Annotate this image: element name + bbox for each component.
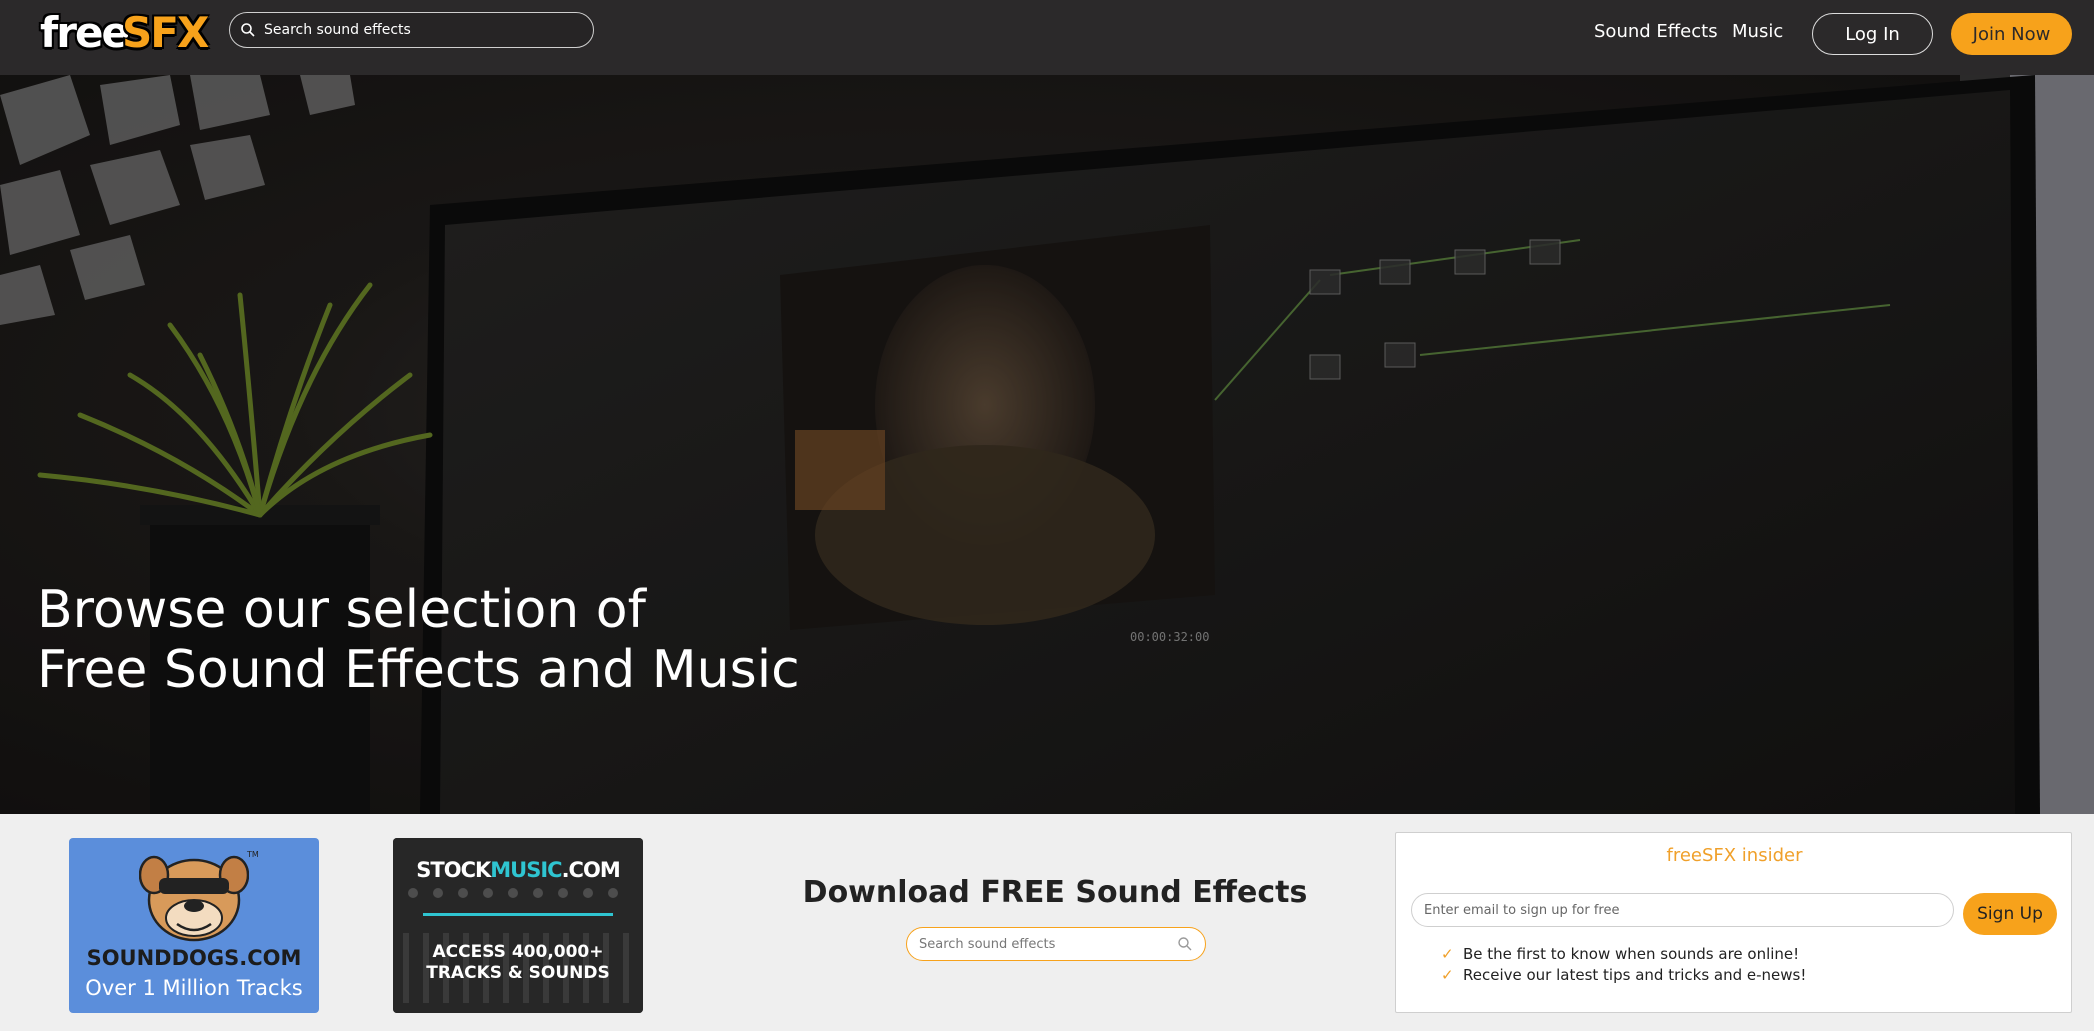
join-now-button[interactable]: Join Now — [1951, 13, 2072, 55]
sounddogs-brand: SOUNDDOGS.COM — [86, 946, 302, 970]
freesfx-logo[interactable]: free SFX — [40, 8, 209, 57]
hero-background-photo: 00:00:32:00 — [0, 75, 2094, 814]
logo-text-sfx: SFX — [122, 8, 209, 57]
hero-title-line2: Free Sound Effects and Music — [37, 640, 800, 700]
bulldog-mascot-icon — [139, 855, 249, 942]
stockmusic-ad-banner[interactable]: STOCKMUSIC.COM ACCESS 400,000+ TRACKS & … — [393, 838, 643, 1013]
perk-text: Receive our latest tips and tricks and e… — [1463, 966, 1807, 984]
perk-item: ✓ Receive our latest tips and tricks and … — [1441, 966, 1806, 984]
hero-title: Browse our selection of Free Sound Effec… — [37, 580, 800, 700]
top-header: free SFX Sound Effects Music Log In Join… — [0, 0, 2094, 75]
insider-email-input[interactable] — [1424, 900, 1939, 920]
insider-signup-panel: freeSFX insider Sign Up ✓ Be the first to… — [1395, 832, 2072, 1013]
sounddogs-tagline: Over 1 Million Tracks — [85, 976, 303, 1000]
header-search-box[interactable] — [229, 12, 594, 48]
hero-banner: 00:00:32:00 Browse our selection of Free… — [0, 75, 2094, 814]
logo-text-free: free — [40, 8, 130, 57]
perk-item: ✓ Be the first to know when sounds are on… — [1441, 945, 1799, 963]
trademark-mark: TM — [247, 850, 259, 859]
stockmusic-brand-part2: MUSIC — [490, 858, 562, 882]
download-title: Download FREE Sound Effects — [802, 875, 1308, 910]
insider-title: freeSFX insider — [1666, 845, 1803, 866]
stockmusic-brand-part3: .COM — [561, 858, 621, 882]
stockmusic-tagline-line1: ACCESS 400,000+ — [432, 942, 604, 962]
search-icon — [241, 23, 255, 37]
nav-sound-effects[interactable]: Sound Effects — [1594, 21, 1718, 42]
perk-text: Be the first to know when sounds are onl… — [1463, 945, 1800, 963]
signup-button[interactable]: Sign Up — [1963, 893, 2057, 935]
nav-music[interactable]: Music — [1732, 21, 1783, 42]
stockmusic-tagline: ACCESS 400,000+ TRACKS & SOUNDS — [393, 942, 643, 984]
stockmusic-brand-part1: STOCK — [416, 858, 491, 882]
stockmusic-brand: STOCKMUSIC.COM — [393, 858, 643, 882]
sounddogs-ad-banner[interactable]: TM SOUNDDOGS.COM Over 1 Million Tracks — [69, 838, 319, 1013]
header-search-input[interactable] — [264, 17, 584, 43]
hero-title-line1: Browse our selection of — [37, 580, 646, 640]
checkmark-icon: ✓ — [1441, 966, 1454, 984]
stockmusic-tagline-line2: TRACKS & SOUNDS — [426, 963, 610, 983]
checkmark-icon: ✓ — [1441, 945, 1454, 963]
stockmusic-accent-bar — [423, 913, 613, 916]
download-search-input[interactable] — [919, 933, 1169, 955]
search-icon[interactable] — [1177, 936, 1193, 952]
insider-email-box[interactable] — [1411, 893, 1954, 927]
download-search-box[interactable] — [906, 927, 1206, 961]
login-button[interactable]: Log In — [1812, 13, 1933, 55]
